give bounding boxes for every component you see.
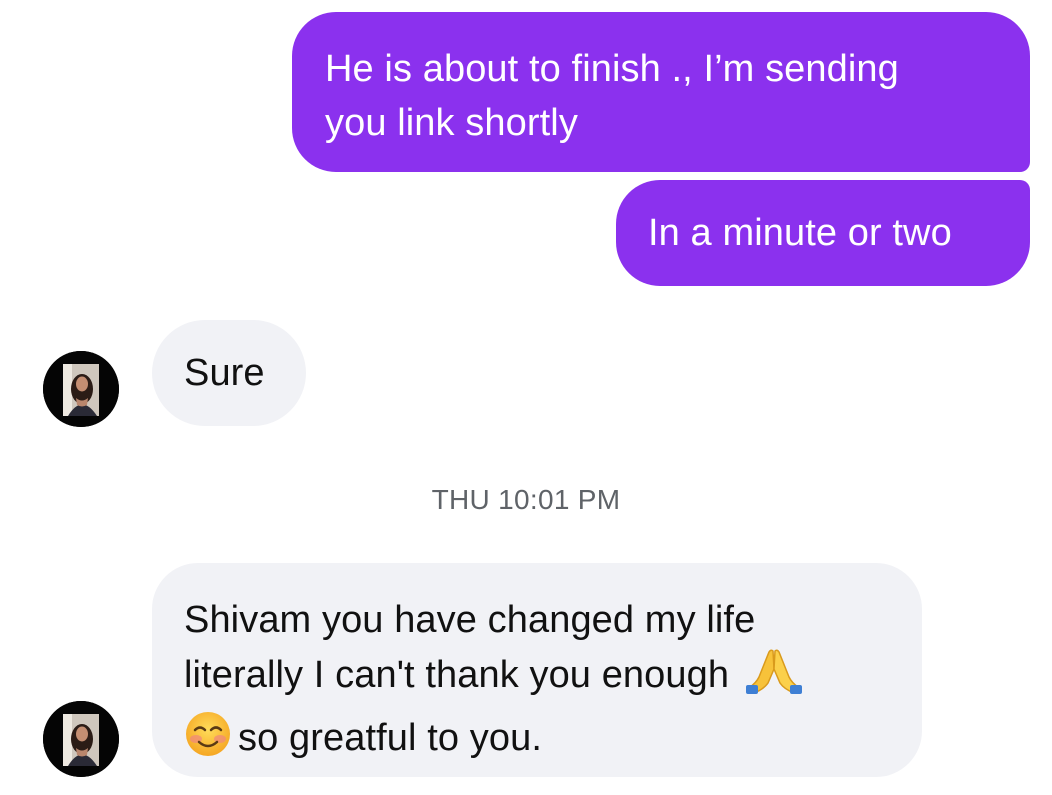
contact-avatar[interactable] [43, 351, 119, 427]
message-text-segment: so greatful to you. [238, 717, 542, 759]
incoming-message[interactable]: Sure [152, 320, 306, 426]
message-text-line: so greatful to you. [184, 710, 894, 773]
message-text-segment: literally I can't thank you enough [184, 654, 730, 696]
folded-hands-icon [745, 647, 802, 710]
message-text: In a minute or two [648, 212, 952, 254]
message-text: Sure [184, 352, 265, 394]
outgoing-message[interactable]: He is about to finish ., I’m sending you… [292, 12, 1030, 172]
message-timestamp: THU 10:01 PM [431, 484, 621, 515]
profile-photo-icon [43, 701, 119, 777]
smiling-face-icon [184, 710, 232, 773]
profile-photo-icon [43, 351, 119, 427]
contact-avatar[interactable] [43, 701, 119, 777]
message-text-line: He is about to finish ., I’m sending [325, 48, 899, 90]
incoming-message[interactable]: Shivam you have changed my life literall… [152, 563, 922, 777]
outgoing-message[interactable]: In a minute or two [616, 180, 1030, 286]
message-text-line: Shivam you have changed my life [184, 599, 756, 641]
message-text-line: you link shortly [325, 102, 578, 144]
message-text-line: literally I can't thank you enough [184, 647, 894, 710]
